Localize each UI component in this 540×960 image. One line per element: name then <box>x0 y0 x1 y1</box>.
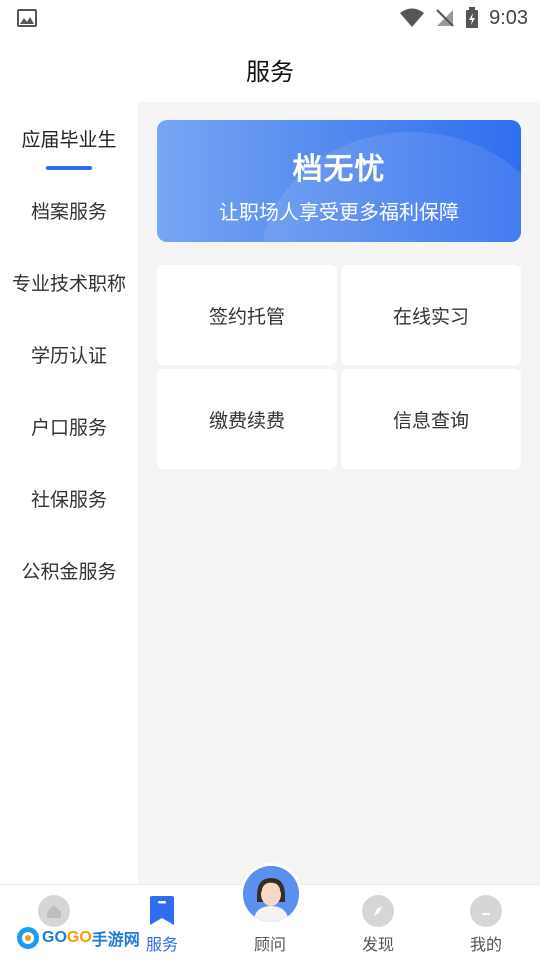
sidebar-item-label: 户口服务 <box>30 416 107 439</box>
watermark-logo: GO GO 手游网 <box>16 924 140 952</box>
bookmark-icon <box>150 896 174 925</box>
watermark-text-go: GO <box>42 929 67 946</box>
gallery-notification-icon <box>17 9 37 27</box>
service-tile-label: 信息查询 <box>392 409 469 432</box>
service-tile-online-internship[interactable]: 在线实习 <box>341 265 521 365</box>
service-tile-label: 在线实习 <box>392 305 469 328</box>
tab-discover[interactable]: 发现 <box>324 885 432 960</box>
tab-label: 我的 <box>469 935 502 954</box>
sidebar-item-graduates[interactable]: 应届毕业生 <box>0 102 138 174</box>
sidebar-item-label: 应届毕业生 <box>21 128 117 151</box>
watermark-text-go-accent: GO <box>66 929 92 946</box>
banner-subtitle: 让职场人享受更多福利保障 <box>219 200 459 224</box>
advisor-portrait <box>243 866 299 922</box>
sidebar-item-social-security[interactable]: 社保服务 <box>0 462 138 534</box>
home-icon <box>38 895 70 927</box>
promo-banner[interactable]: 档无忧 让职场人享受更多福利保障 <box>157 120 521 242</box>
banner-title: 档无忧 <box>292 152 386 187</box>
page-title: 服务 <box>0 36 540 102</box>
service-tile-payment[interactable]: 缴费续费 <box>157 369 337 469</box>
tab-label: 顾问 <box>253 935 286 954</box>
sidebar-item-archive[interactable]: 档案服务 <box>0 174 138 246</box>
tab-label: 发现 <box>361 935 394 954</box>
category-sidebar: 应届毕业生 档案服务 专业技术职称 学历认证 户口服务 社保服务 公积金服务 <box>0 102 138 884</box>
status-bar: 9:03 <box>0 0 540 36</box>
active-indicator <box>46 166 92 170</box>
sidebar-item-label: 公积金服务 <box>21 560 117 583</box>
wifi-icon <box>400 8 425 27</box>
sidebar-item-label: 档案服务 <box>30 200 107 223</box>
sidebar-item-label: 学历认证 <box>30 344 107 367</box>
sidebar-item-label: 社保服务 <box>30 488 107 511</box>
service-tile-label: 签约托管 <box>208 305 285 328</box>
sidebar-item-degree-verification[interactable]: 学历认证 <box>0 318 138 390</box>
tab-profile[interactable]: 我的 <box>432 885 540 960</box>
battery-charging-icon <box>466 7 479 28</box>
no-signal-icon <box>436 9 454 27</box>
sidebar-item-professional-title[interactable]: 专业技术职称 <box>0 246 138 318</box>
logo-mark-icon <box>17 927 39 949</box>
service-content: 档无忧 让职场人享受更多福利保障 签约托管 在线实习 缴费续费 信息查询 <box>138 102 540 884</box>
watermark-text-site: 手游网 <box>91 932 140 949</box>
status-time: 9:03 <box>489 6 528 29</box>
sidebar-item-hukou[interactable]: 户口服务 <box>0 390 138 462</box>
sidebar-item-housing-fund[interactable]: 公积金服务 <box>0 534 138 606</box>
advisor-avatar[interactable] <box>240 863 302 925</box>
compass-icon <box>362 895 394 927</box>
service-tile-label: 缴费续费 <box>208 409 285 432</box>
service-tile-info-query[interactable]: 信息查询 <box>341 369 521 469</box>
status-icons: 9:03 <box>399 6 528 30</box>
sidebar-item-label: 专业技术职称 <box>11 272 126 295</box>
profile-icon <box>470 895 502 927</box>
service-tile-contract-custody[interactable]: 签约托管 <box>157 265 337 365</box>
